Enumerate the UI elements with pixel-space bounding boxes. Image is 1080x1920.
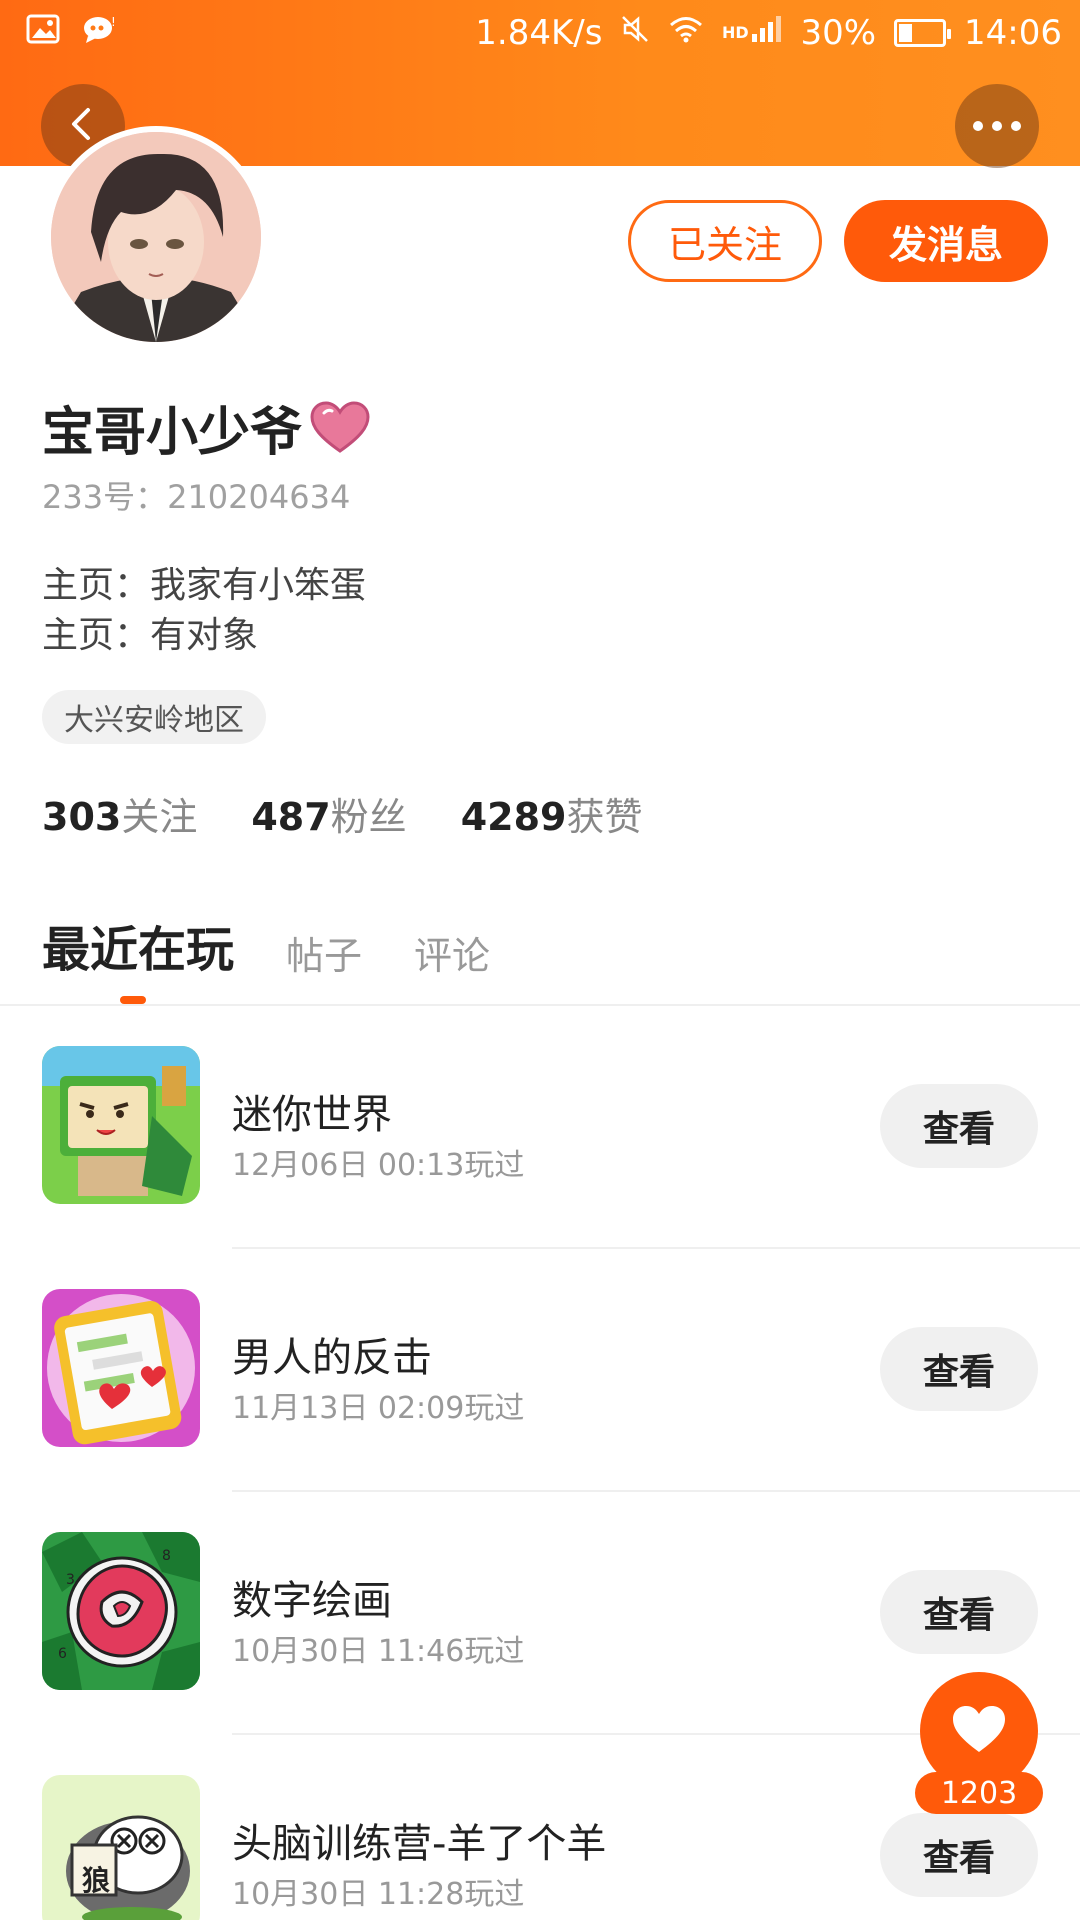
username: 宝哥小少爷 xyxy=(42,403,303,463)
stat-number: 303 xyxy=(42,795,122,839)
game-played-time: 10月30日 11:28玩过 xyxy=(232,1877,525,1912)
list-item[interactable]: 3 8 6 数字绘画 10月30日 11:46玩过 查看 xyxy=(0,1492,1080,1735)
stat-number: 4289 xyxy=(460,795,567,839)
stat-number: 487 xyxy=(251,795,331,839)
status-bar: ! 1.84K/s HD 30% 14:06 xyxy=(0,0,1080,66)
wifi-icon xyxy=(668,13,704,53)
game-name: 数字绘画 xyxy=(232,1578,392,1624)
tab-recently-played[interactable]: 最近在玩 xyxy=(42,910,234,980)
bio-line: 主页：我家有小笨蛋 xyxy=(42,565,367,606)
gallery-icon xyxy=(26,13,60,53)
view-button[interactable]: 查看 xyxy=(880,1570,1038,1654)
number-painting-game-icon: 3 8 6 xyxy=(42,1532,200,1690)
send-message-button[interactable]: 发消息 xyxy=(844,200,1048,282)
man-counterattack-game-icon xyxy=(42,1289,200,1447)
svg-text:HD: HD xyxy=(722,23,749,42)
game-icon-label: 狼 xyxy=(82,1864,111,1897)
list-item[interactable]: 男人的反击 11月13日 02:09玩过 查看 xyxy=(0,1249,1080,1492)
view-button[interactable]: 查看 xyxy=(880,1084,1038,1168)
user-id: 233号：210204634 xyxy=(42,478,351,516)
stat-label: 粉丝 xyxy=(330,795,407,839)
game-name: 头脑训练营-羊了个羊 xyxy=(232,1821,607,1867)
svg-text:!: ! xyxy=(111,15,116,29)
svg-text:6: 6 xyxy=(58,1646,67,1662)
sheep-game-icon: 狼 xyxy=(42,1775,200,1920)
list-item[interactable]: 狼 头脑训练营-羊了个羊 10月30日 11:28玩过 查看 xyxy=(0,1735,1080,1920)
view-button[interactable]: 查看 xyxy=(880,1327,1038,1411)
view-button[interactable]: 查看 xyxy=(880,1813,1038,1897)
more-dots-icon xyxy=(972,117,1022,136)
game-name: 男人的反击 xyxy=(232,1335,432,1381)
mute-icon xyxy=(620,13,650,53)
mini-world-game-icon xyxy=(42,1046,200,1204)
game-played-time: 12月06日 00:13玩过 xyxy=(232,1148,525,1183)
avatar[interactable] xyxy=(45,126,267,348)
svg-text:3: 3 xyxy=(66,1572,75,1588)
stat-label: 获赞 xyxy=(566,795,643,839)
game-played-time: 10月30日 11:46玩过 xyxy=(232,1634,525,1669)
tab-bar: 最近在玩 帖子 评论 xyxy=(42,910,490,980)
more-button[interactable] xyxy=(955,84,1039,168)
battery-percent: 30% xyxy=(800,13,877,53)
like-count-badge: 1203 xyxy=(915,1772,1043,1814)
hd-signal-icon: HD xyxy=(722,13,782,53)
clock: 14:06 xyxy=(964,13,1062,53)
heart-badge-icon xyxy=(310,400,370,455)
game-played-time: 11月13日 02:09玩过 xyxy=(232,1391,525,1426)
list-item[interactable]: 迷你世界 12月06日 00:13玩过 查看 xyxy=(0,1006,1080,1249)
svg-text:8: 8 xyxy=(162,1548,171,1564)
net-speed: 1.84K/s xyxy=(475,13,603,53)
bio-line: 主页：有对象 xyxy=(42,615,259,656)
username-row: 宝哥小少爷 xyxy=(42,390,370,465)
stat-label: 关注 xyxy=(121,795,198,839)
tab-comments[interactable]: 评论 xyxy=(414,925,490,980)
stat-following[interactable]: 303关注 xyxy=(42,786,197,841)
stats-row: 303关注 487粉丝 4289获赞 xyxy=(42,786,642,841)
tab-posts[interactable]: 帖子 xyxy=(286,925,362,980)
stat-likes[interactable]: 4289获赞 xyxy=(461,786,643,841)
chat-bubble-icon: ! xyxy=(82,13,118,53)
game-name: 迷你世界 xyxy=(232,1092,392,1138)
followed-button[interactable]: 已关注 xyxy=(628,200,822,282)
region-tag: 大兴安岭地区 xyxy=(42,690,266,744)
stat-followers[interactable]: 487粉丝 xyxy=(251,786,406,841)
heart-icon xyxy=(951,1704,1007,1758)
battery-icon xyxy=(894,19,952,47)
tab-indicator xyxy=(120,996,146,1004)
